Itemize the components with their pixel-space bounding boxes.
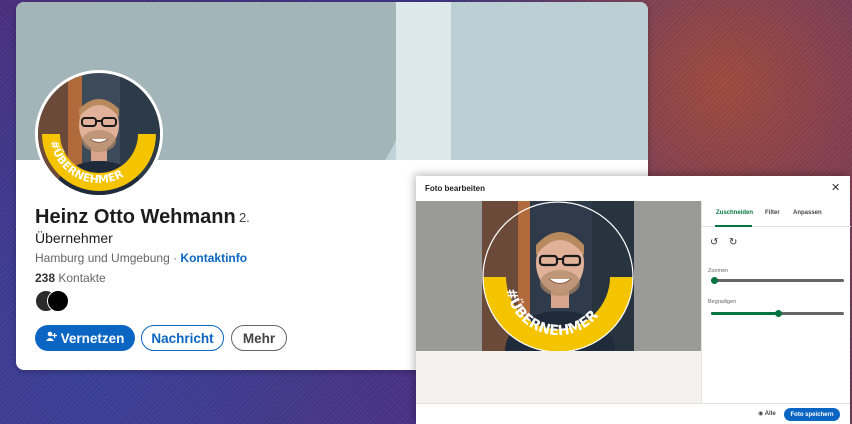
connect-label: Vernetzen (60, 330, 125, 346)
straighten-slider[interactable] (711, 310, 844, 317)
mutual-connections[interactable] (35, 290, 75, 312)
contact-info-link[interactable]: Kontaktinfo (180, 251, 247, 265)
more-button[interactable]: Mehr (231, 325, 287, 351)
zoom-slider-handle[interactable] (711, 277, 718, 284)
tab-adjust[interactable]: Anpassen (793, 210, 822, 216)
banner-panel (451, 2, 648, 160)
straighten-slider-handle[interactable] (775, 310, 782, 317)
profile-location: Hamburg und Umgebung · Kontaktinfo (35, 251, 247, 265)
visibility-label: Alle (764, 411, 776, 417)
editor-tabs: Zuschneiden Filter Anpassen (702, 201, 851, 227)
straighten-slider-fill (711, 312, 778, 315)
connect-button[interactable]: Vernetzen (35, 325, 135, 351)
avatar-photo: #ÜBERNEHMER (38, 73, 160, 195)
tab-crop[interactable]: Zuschneiden (716, 210, 753, 216)
dialog-footer: ◉ Alle Foto speichern (416, 403, 850, 424)
profile-avatar[interactable]: #ÜBERNEHMER (35, 70, 163, 198)
person-add-icon (45, 331, 57, 345)
dialog-title: Foto bearbeiten (425, 184, 486, 193)
active-tab-indicator (715, 225, 752, 227)
connections-count[interactable]: 238 Kontakte (35, 271, 106, 285)
eye-icon: ◉ (758, 411, 764, 417)
connections-label: Kontakte (55, 271, 106, 285)
straighten-label: Begradigen (708, 299, 737, 305)
crop-photo[interactable]: #ÜBERNEHMER (482, 201, 634, 351)
message-button[interactable]: Nachricht (141, 325, 224, 351)
connections-number: 238 (35, 271, 56, 285)
location-text: Hamburg und Umgebung · (35, 251, 181, 265)
save-photo-button[interactable]: Foto speichern (784, 408, 840, 421)
close-icon[interactable]: ✕ (831, 181, 840, 194)
zoom-slider[interactable] (711, 277, 844, 284)
rotate-left-icon[interactable]: ↺ (710, 237, 718, 248)
mutual-avatar (47, 290, 69, 312)
tab-filter[interactable]: Filter (765, 210, 780, 216)
connection-degree: · 2. (231, 210, 250, 225)
edit-photo-dialog: Foto bearbeiten ✕ #ÜBERNEHMER Zuschneide… (416, 176, 851, 424)
editor-controls: Zuschneiden Filter Anpassen ↺ ↻ Zoomen B… (701, 201, 851, 403)
zoom-label: Zoomen (708, 268, 729, 274)
profile-headline: Übernehmer (35, 230, 113, 246)
rotate-right-icon[interactable]: ↻ (729, 237, 737, 248)
banner-stripe (396, 2, 451, 160)
crop-canvas[interactable]: #ÜBERNEHMER (416, 201, 701, 351)
profile-name: Heinz Otto Wehmann (35, 206, 236, 228)
visibility-selector[interactable]: ◉ Alle (758, 410, 776, 417)
